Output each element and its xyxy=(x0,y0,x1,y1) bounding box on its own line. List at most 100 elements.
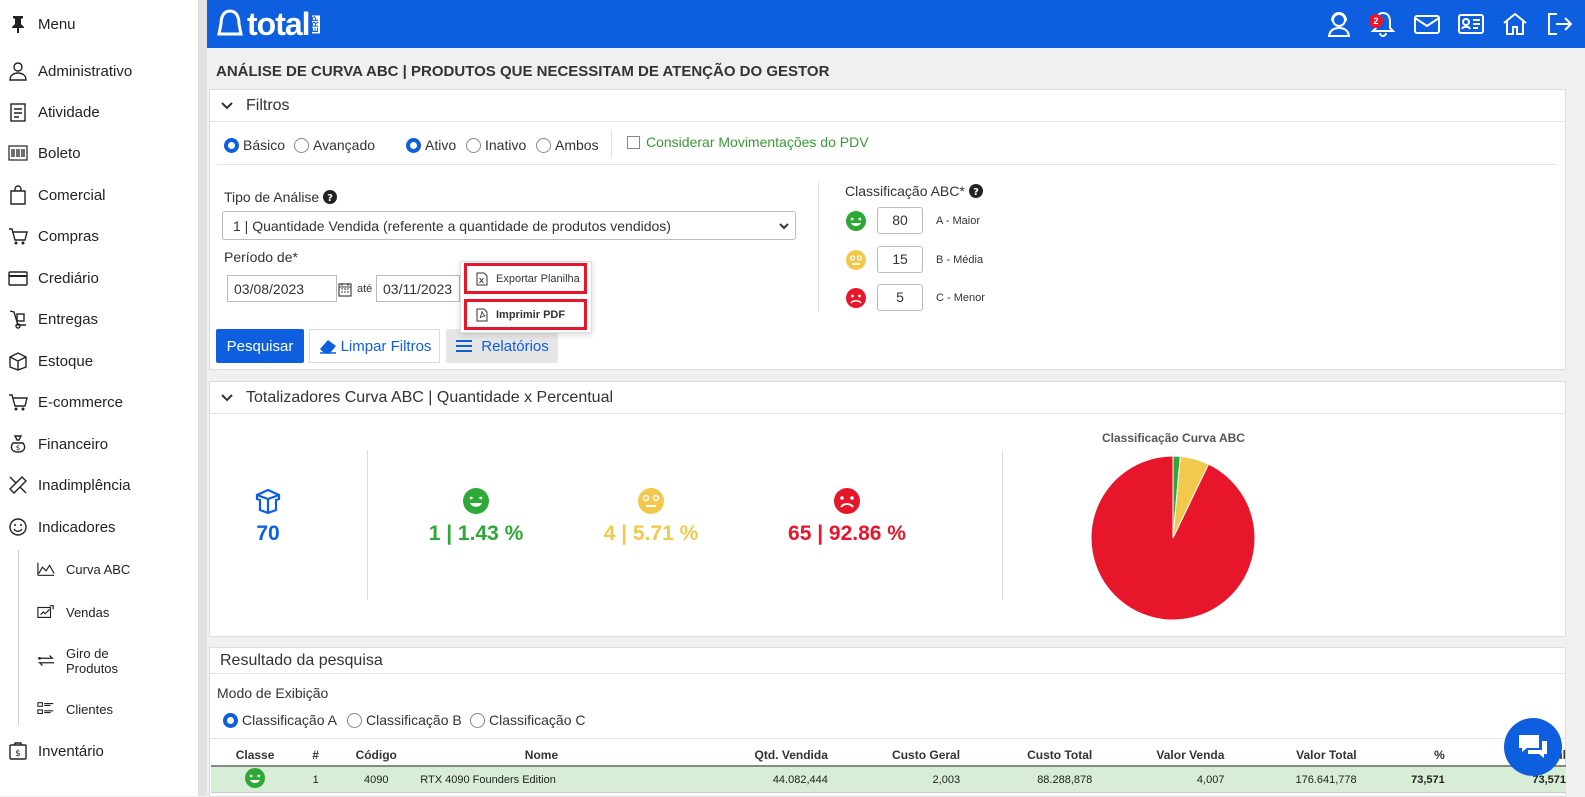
sidebar-item-comercial[interactable]: Comercial xyxy=(8,184,106,206)
filters-header[interactable]: Filtros xyxy=(210,90,1565,122)
analysis-type-select[interactable]: 1 | Quantidade Vendida (referente a quan… xyxy=(222,211,796,240)
table-cell: 176.641,778 xyxy=(1224,766,1357,793)
support-button[interactable] xyxy=(1323,8,1355,40)
sidebar-item-boleto[interactable]: Boleto xyxy=(8,142,81,164)
abc-threshold-input[interactable]: 80 xyxy=(877,207,923,234)
sidebar-item-label: Atividade xyxy=(38,103,100,121)
pin-icon xyxy=(12,16,24,33)
home-button[interactable] xyxy=(1499,8,1531,40)
sidebar-item-label: Financeiro xyxy=(38,435,109,453)
export-spreadsheet-item[interactable]: Exportar Planilha xyxy=(464,263,587,294)
sidebar-item-administrativo[interactable]: Administrativo xyxy=(8,60,132,82)
chart-title: Classificação Curva ABC xyxy=(1102,431,1245,445)
notifications-button[interactable]: 2 xyxy=(1367,8,1399,40)
sidebar-subitem-label: Vendas xyxy=(66,604,110,620)
sidebar-item-atividade[interactable]: Atividade xyxy=(8,101,100,123)
logo[interactable]: total ERP xyxy=(215,6,320,43)
chat-button[interactable] xyxy=(1504,718,1562,776)
column-header[interactable]: Valor Venda xyxy=(1092,744,1225,767)
column-header[interactable]: Nome xyxy=(420,744,663,767)
open-box-icon xyxy=(255,488,281,515)
sidebar-item-financeiro[interactable]: $ Financeiro xyxy=(8,433,108,455)
reports-dropdown: Exportar Planilha Imprimir PDF xyxy=(460,261,592,333)
table-row[interactable]: 1 4090 RTX 4090 Founders Edition 44.082,444… xyxy=(211,766,1566,793)
sidebar-subitem-vendas[interactable]: Vendas xyxy=(36,603,109,621)
date-to-input[interactable]: 03/11/2023 xyxy=(376,275,460,302)
results-table: Classe # Código Nome Qtd. Vendida Custo Geral… xyxy=(211,744,1566,793)
column-header[interactable]: Classe xyxy=(211,744,300,767)
sidebar-menu-toggle[interactable]: Menu xyxy=(8,13,76,35)
display-class-b-radio[interactable]: Classificação B xyxy=(347,712,462,728)
abc-threshold-input[interactable]: 5 xyxy=(877,284,923,311)
sidebar-item-label: Compras xyxy=(38,227,99,245)
logout-icon xyxy=(1548,13,1573,35)
sidebar-item-label: Inventário xyxy=(38,742,104,760)
abc-threshold-label: B - Média xyxy=(936,253,984,266)
search-button[interactable]: Pesquisar xyxy=(216,329,304,363)
status-inactive-radio[interactable]: Inativo xyxy=(466,137,526,153)
sidebar-item-estoque[interactable]: Estoque xyxy=(8,350,93,372)
column-header[interactable]: % xyxy=(1356,744,1445,767)
sidebar-item-credi-rio[interactable]: Crediário xyxy=(8,267,99,289)
sidebar-item-indicadores[interactable]: Indicadores xyxy=(8,516,116,538)
period-label: Período de* xyxy=(224,249,298,265)
mode-advanced-radio[interactable]: Avançado xyxy=(294,137,375,153)
print-pdf-item[interactable]: Imprimir PDF xyxy=(464,299,587,330)
sidebar-subitem-clientes[interactable]: Clientes xyxy=(36,700,113,718)
abc-threshold-input[interactable]: 15 xyxy=(877,246,923,273)
clear-filters-button[interactable]: Limpar Filtros xyxy=(309,329,440,363)
messages-button[interactable] xyxy=(1411,8,1443,40)
sidebar-item-e-commerce[interactable]: E-commerce xyxy=(8,391,123,413)
date-from-input[interactable]: 03/08/2023 xyxy=(227,275,337,302)
ruler-pencil-icon xyxy=(9,476,27,494)
status-both-radio[interactable]: Ambos xyxy=(536,137,599,153)
abc-label: Classificação ABC*? xyxy=(845,183,983,199)
calendar-icon[interactable] xyxy=(338,282,352,297)
pie-slice-c[interactable] xyxy=(1090,455,1256,621)
total-class-a: 1 | 1.43 % xyxy=(410,486,542,546)
logout-button[interactable] xyxy=(1543,8,1575,40)
neutral-face-icon xyxy=(846,249,866,270)
chevron-down-icon xyxy=(221,393,233,401)
svg-text:$: $ xyxy=(16,444,20,452)
sidebar-item-entregas[interactable]: Entregas xyxy=(8,308,98,330)
display-class-a-radio[interactable]: Classificação A xyxy=(223,712,337,728)
display-class-c-radio[interactable]: Classificação C xyxy=(470,712,585,728)
svg-text:?: ? xyxy=(973,187,979,198)
sad-face-icon xyxy=(834,488,860,514)
sidebar-item-inadimpl-ncia[interactable]: Inadimplência xyxy=(8,474,131,496)
sidebar-item-compras[interactable]: Compras xyxy=(8,225,99,247)
totals-header[interactable]: Totalizadores Curva ABC | Quantidade x P… xyxy=(210,382,1565,414)
column-header[interactable]: Custo Geral xyxy=(827,744,961,767)
mode-basic-radio[interactable]: Básico xyxy=(224,137,285,153)
abc-pie-chart[interactable] xyxy=(1090,455,1256,621)
sidebar-item-inventario[interactable]: $ Inventário xyxy=(8,740,104,762)
sidebar-subitem-curva-abc[interactable]: Curva ABC xyxy=(36,560,130,578)
column-header[interactable]: Valor Total xyxy=(1224,744,1357,767)
column-header[interactable]: # xyxy=(299,744,333,767)
box-icon xyxy=(9,352,27,371)
class-c-value: 65 | 92.86 % xyxy=(788,522,906,545)
user-tie-icon xyxy=(9,62,27,81)
svg-text:$: $ xyxy=(15,749,21,759)
column-header[interactable]: Custo Total xyxy=(960,744,1093,767)
reports-button[interactable]: Relatórios xyxy=(446,329,558,363)
abc-threshold-label: C - Menor xyxy=(936,291,985,304)
help-icon[interactable]: ? xyxy=(323,190,338,204)
sidebar-subitem-giro-de-produtos[interactable]: Giro de Produtos xyxy=(36,646,126,676)
notifications-badge: 2 xyxy=(1369,14,1383,28)
sidebar-item-label: Entregas xyxy=(38,310,99,328)
profile-card-button[interactable] xyxy=(1455,8,1487,40)
submenu-line xyxy=(18,550,19,725)
svg-text:?: ? xyxy=(327,193,333,204)
pdv-checkbox[interactable]: Considerar Movimentações do PDV xyxy=(627,134,869,150)
help-icon[interactable]: ? xyxy=(968,184,983,198)
column-header[interactable]: Código xyxy=(332,744,421,767)
cart-icon xyxy=(9,394,28,411)
column-header[interactable]: Qtd. Vendida xyxy=(662,744,828,767)
status-active-radio[interactable]: Ativo xyxy=(406,137,456,153)
filters-title: Filtros xyxy=(246,96,290,114)
checklist-icon xyxy=(10,103,26,122)
money-bag-icon: $ xyxy=(10,435,26,453)
smile-icon xyxy=(9,518,27,536)
